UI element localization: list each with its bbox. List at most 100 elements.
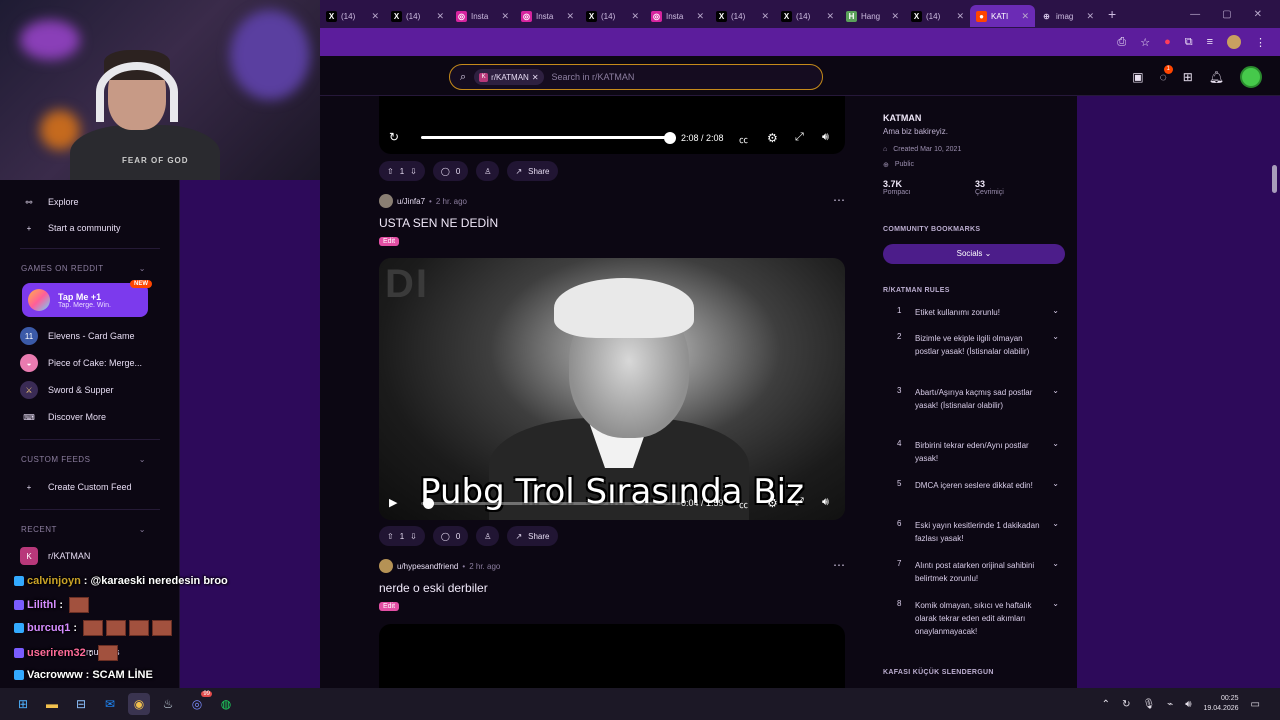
games-section-header[interactable]: GAMES ON REDDIT ⌄ — [21, 264, 146, 273]
minimize-icon[interactable]: — — [1190, 9, 1200, 20]
steam-icon[interactable]: ♨ — [157, 693, 179, 715]
fullscreen-icon[interactable]: ⤢ — [795, 131, 804, 144]
chevron-down-icon[interactable]: ⌄ — [1045, 439, 1059, 448]
tab-close-icon[interactable]: ✕ — [631, 11, 639, 22]
video-progress-bar[interactable] — [421, 136, 671, 139]
volume-icon[interactable]: 🔊︎ — [822, 131, 829, 144]
browser-tab[interactable]: ◎ Insta ✕ — [450, 5, 515, 27]
recent-section-header[interactable]: RECENT ⌄ — [21, 525, 146, 534]
chevron-down-icon[interactable]: ⌄ — [1045, 332, 1059, 341]
browser-tab[interactable]: ◎ Insta ✕ — [645, 5, 710, 27]
file-explorer-icon[interactable]: ▬ — [41, 693, 63, 715]
notifications-icon[interactable]: ▭ — [1251, 699, 1260, 710]
sidebar-recent-katman[interactable]: K r/KATMAN — [20, 547, 90, 565]
tab-close-icon[interactable]: ✕ — [436, 11, 444, 22]
sidebar-create-custom-feed[interactable]: + Create Custom Feed — [20, 478, 132, 496]
new-tab-icon[interactable]: + — [1108, 6, 1116, 22]
tab-close-icon[interactable]: ✕ — [761, 11, 769, 22]
browser-tab[interactable]: X (14) ✕ — [710, 5, 775, 27]
chevron-down-icon[interactable]: ⌄ — [1045, 519, 1059, 528]
video-progress-knob[interactable] — [664, 132, 676, 144]
post-video[interactable]: DI Pubg Trol Sırasında Biz ▶ 0:04 / 1:59… — [379, 258, 845, 520]
sidebar-game-elevens[interactable]: 11 Elevens - Card Game — [20, 327, 135, 345]
profile-avatar[interactable] — [1227, 35, 1241, 49]
clock[interactable]: 00:25 19.04.2026 — [1204, 694, 1239, 714]
tab-close-icon[interactable]: ✕ — [891, 11, 899, 22]
vote-control[interactable]: ⇧ 1 ⇩ — [379, 526, 425, 546]
chevron-down-icon[interactable]: ⌄ — [1045, 559, 1059, 568]
comments-button[interactable]: ◯ 0 — [432, 526, 469, 546]
chip-close-icon[interactable]: ✕ — [532, 73, 539, 82]
rule-item[interactable]: 8 Komik olmayan, sıkıcı ve haftalık olara… — [883, 599, 1069, 638]
post-flair[interactable]: Edit — [379, 602, 400, 611]
post-author[interactable]: u/Jinfa7 — [397, 197, 425, 206]
comments-button[interactable]: ◯ 0 — [432, 161, 469, 181]
chevron-down-icon[interactable]: ⌄ — [1045, 479, 1059, 488]
rule-item[interactable]: 6 Eski yayın kesitlerinde 1 dakikadan faz… — [883, 519, 1069, 545]
sidebar-item-start-community[interactable]: + Start a community — [20, 219, 121, 237]
socials-dropdown[interactable]: Socials ⌄ — [883, 244, 1065, 264]
rule-item[interactable]: 5 DMCA içeren seslere dikkat edin! ⌄ — [883, 479, 1069, 492]
vote-control[interactable]: ⇧ 1 ⇩ — [379, 161, 425, 181]
browser-tab[interactable]: H Hang ✕ — [840, 5, 905, 27]
rule-item[interactable]: 2 Bizimle ve ekiple ilgili olmayan postla… — [883, 332, 1069, 358]
browser-tab[interactable]: X (14) ✕ — [775, 5, 840, 27]
tab-close-icon[interactable]: ✕ — [696, 11, 704, 22]
outlook-icon[interactable]: ✉ — [99, 693, 121, 715]
speaker-icon[interactable]: 🔊︎ — [1185, 699, 1191, 710]
video-player-top[interactable]: ↻ 2:08 / 2:08 ㏄ ⚙ ⤢ 🔊︎ — [379, 96, 845, 154]
post-author-avatar[interactable] — [379, 194, 393, 208]
notification-bell-icon[interactable]: 🔔︎ — [1209, 70, 1224, 84]
menu-kebab-icon[interactable]: ⋮ — [1255, 36, 1266, 49]
post-options-icon[interactable]: ⋯ — [833, 193, 845, 207]
post-flair[interactable]: Edit — [379, 237, 400, 246]
video-progress-knob[interactable] — [423, 498, 434, 509]
share-button[interactable]: ↗ Share — [507, 526, 558, 546]
browser-tab[interactable]: ◎ Insta ✕ — [515, 5, 580, 27]
bookmark-star-icon[interactable]: ☆ — [1140, 36, 1150, 49]
chrome-icon[interactable]: ◉ — [128, 693, 150, 715]
tab-close-icon[interactable]: ✕ — [956, 11, 964, 22]
browser-tab[interactable]: ● KATI ✕ — [970, 5, 1035, 27]
microphone-icon[interactable]: 🎙︎ — [1142, 699, 1155, 710]
sidebar-discover-more[interactable]: ⌨ Discover More — [20, 408, 106, 426]
browser-tab[interactable]: X (14) ✕ — [385, 5, 450, 27]
spotify-icon[interactable]: ◍ — [215, 693, 237, 715]
rule-item[interactable]: 1 Etiket kullanımı zorunlu! ⌄ — [883, 306, 1069, 319]
page-scrollbar[interactable] — [1272, 165, 1277, 193]
windows-start-icon[interactable]: ⊞ — [12, 693, 34, 715]
discord-icon[interactable]: ◎ 99 — [186, 691, 212, 715]
post-title[interactable]: USTA SEN NE DEDİN — [379, 216, 498, 230]
store-icon[interactable]: ⊟ — [70, 693, 92, 715]
chat-icon[interactable]: ◌ 1 — [1160, 65, 1173, 84]
tab-close-icon[interactable]: ✕ — [501, 11, 509, 22]
play-icon[interactable]: ▶ — [389, 496, 397, 509]
sidebar-item-explore[interactable]: ⚯ Explore — [20, 193, 79, 211]
create-post-icon[interactable]: ⊞ — [1183, 70, 1193, 84]
post-video[interactable] — [379, 624, 845, 688]
tab-close-icon[interactable]: ✕ — [1086, 11, 1094, 22]
sync-icon[interactable]: ↻ — [1122, 699, 1130, 710]
ads-icon[interactable]: ▣ — [1132, 70, 1143, 84]
award-button[interactable]: ♙ — [476, 161, 500, 181]
upvote-icon[interactable]: ⇧ — [387, 532, 394, 541]
rule-item[interactable]: 3 Abartı/Aşırıya kaçmış sad postlar yasak… — [883, 386, 1069, 412]
rule-item[interactable]: 7 Alıntı post atarken orijinal sahibini b… — [883, 559, 1069, 585]
close-window-icon[interactable]: ✕ — [1254, 9, 1262, 20]
tab-close-icon[interactable]: ✕ — [1021, 11, 1029, 22]
volume-icon[interactable]: 🔊︎ — [822, 496, 829, 509]
replay-icon[interactable]: ↻ — [389, 130, 399, 144]
upvote-icon[interactable]: ⇧ — [387, 167, 394, 176]
tab-close-icon[interactable]: ✕ — [826, 11, 834, 22]
tab-close-icon[interactable]: ✕ — [371, 11, 379, 22]
rule-item[interactable]: 4 Birbirini tekrar eden/Aynı postlar yasa… — [883, 439, 1069, 465]
install-icon[interactable]: ⎙ — [1117, 36, 1126, 49]
chevron-down-icon[interactable]: ⌄ — [1045, 386, 1059, 395]
browser-tab[interactable]: X (14) ✕ — [580, 5, 645, 27]
post-author[interactable]: u/hypesandfriend — [397, 562, 458, 571]
sidebar-game-piece-of-cake[interactable]: ◒ Piece of Cake: Merge... — [20, 354, 142, 372]
share-button[interactable]: ↗ Share — [507, 161, 558, 181]
network-icon[interactable]: ⌁ — [1167, 699, 1173, 710]
extension-red-icon[interactable]: ● — [1164, 36, 1171, 48]
downvote-icon[interactable]: ⇩ — [410, 532, 417, 541]
